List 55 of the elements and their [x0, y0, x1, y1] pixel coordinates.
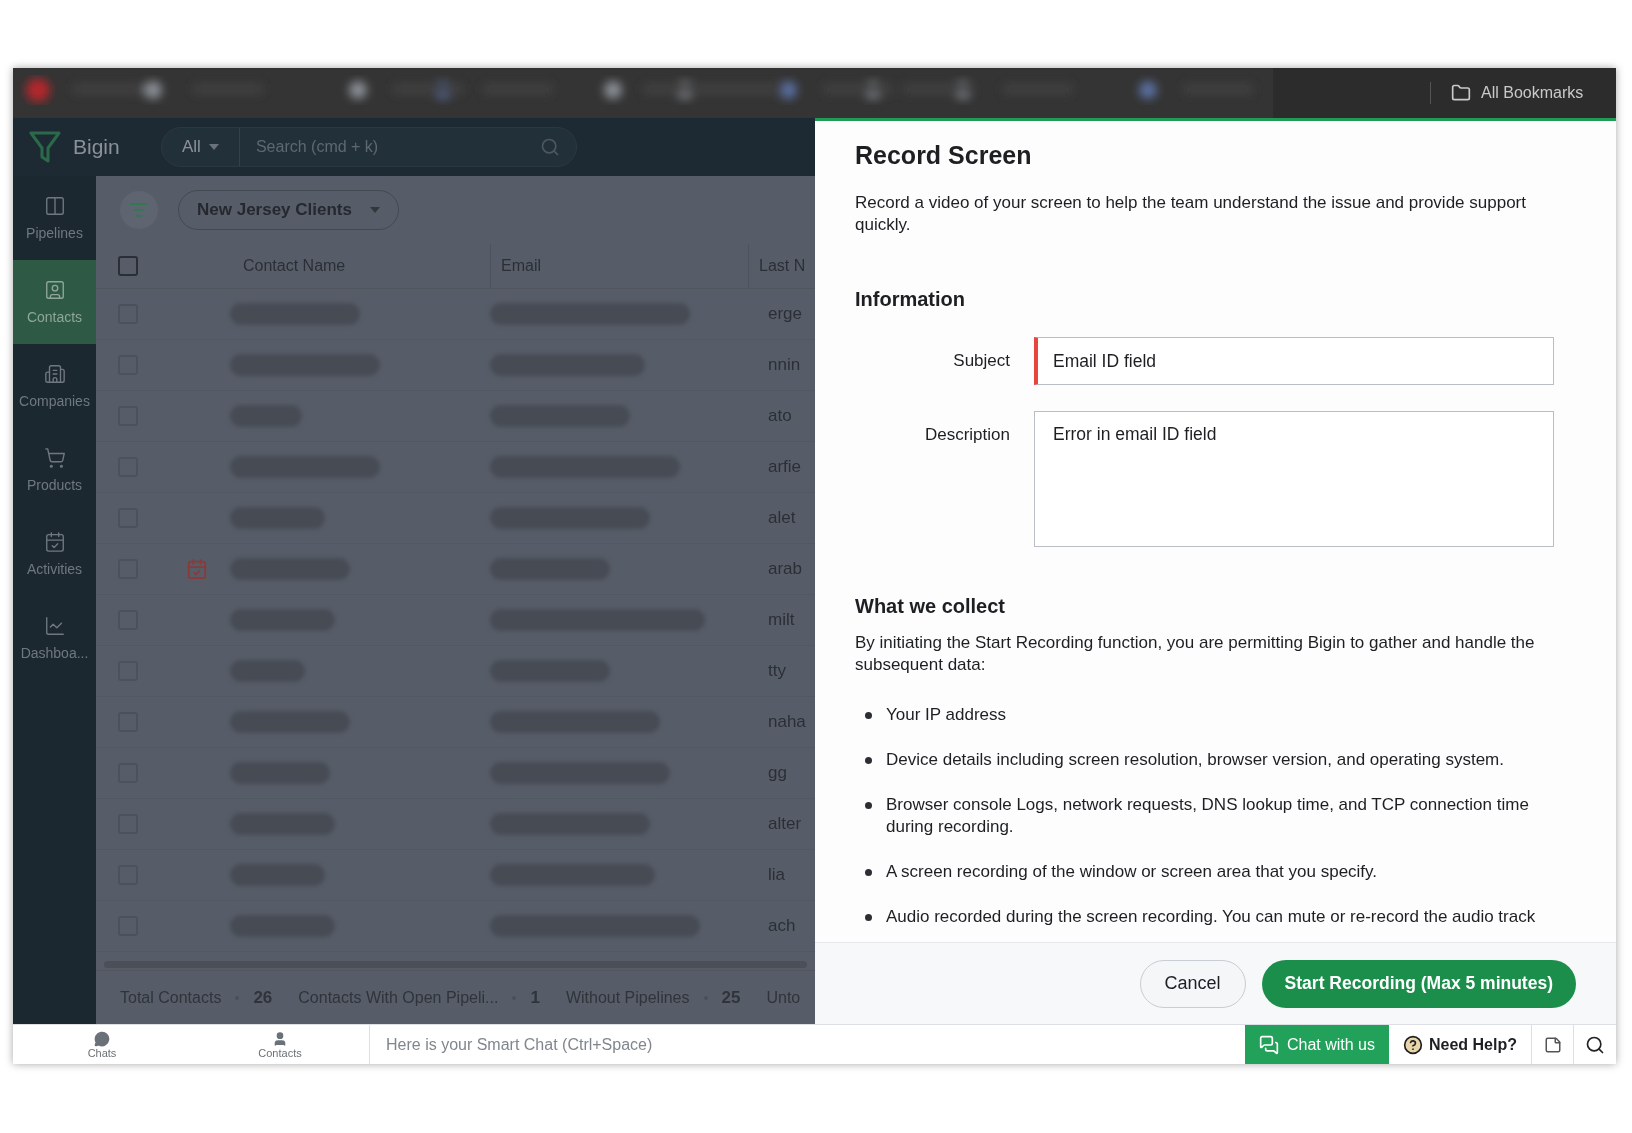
subject-field[interactable]: Email ID field [1034, 337, 1554, 385]
field-label: Subject [952, 350, 1011, 372]
description-field[interactable]: Error in email ID field [1034, 411, 1554, 547]
chart-icon [43, 615, 66, 637]
chat-bubble-icon [94, 1030, 110, 1047]
search-icon [1585, 1034, 1605, 1055]
search-icon [540, 137, 560, 157]
bullet-icon [865, 757, 872, 764]
section-heading: What we collect [855, 595, 1007, 618]
note-icon [1543, 1035, 1562, 1054]
bullet-icon [865, 712, 872, 719]
bullet-text: Audio recorded during the screen recording. You can mute or re-record the audio track [886, 906, 1536, 928]
contact-card-icon [43, 279, 66, 301]
collect-text: By initiating the Start Recording function, you are permitting Bigin to gather and handle the subsequent data: [855, 632, 1536, 676]
bullet-icon [865, 802, 872, 809]
calendar-check-icon [43, 531, 66, 553]
bookmarks-button[interactable]: All Bookmarks [1451, 83, 1584, 103]
sidebar-item[interactable]: Contacts [13, 260, 96, 344]
sidebar-item[interactable]: Companies [13, 344, 96, 428]
help-icon [1403, 1034, 1423, 1055]
bullet-text: Device details including screen resolution, browser version, and operating system. [886, 749, 1504, 771]
select-all-checkbox[interactable] [118, 256, 138, 276]
search-field[interactable]: Search (cmd + k) [239, 138, 540, 156]
sidebar-item[interactable]: Pipelines [13, 176, 96, 260]
person-icon [272, 1030, 288, 1047]
field-label: Description [923, 424, 1011, 446]
logo-icon [29, 130, 61, 164]
chat-bubbles-icon [1258, 1034, 1279, 1055]
pipelines-icon [43, 195, 66, 217]
filter-button[interactable] [120, 191, 158, 229]
intro-text: Record a video of your screen to help the team understand the issue and provide support quickly. [855, 192, 1527, 236]
caret-icon [369, 207, 380, 213]
sidebar-item[interactable]: Activities [13, 512, 96, 596]
building-icon [43, 363, 66, 385]
bullet-text: Browser console Logs, network requests, DNS lookup time, and TCP connection time during recording. [886, 794, 1530, 838]
bullet-text: Your IP address [886, 704, 1007, 726]
bullet-text: A screen recording of the window or screen area that you specify. [886, 861, 1378, 883]
chat-with-us-button[interactable]: Chat with us [1244, 1025, 1389, 1064]
start-recording-button[interactable]: Start Recording (Max 5 minutes) [1261, 959, 1576, 1008]
bullet-icon [865, 869, 872, 876]
bullet-icon [865, 914, 872, 921]
caret-icon [208, 144, 219, 150]
section-heading: Information [855, 288, 966, 311]
folder-icon [1451, 83, 1471, 103]
search-scope-dropdown[interactable]: All [162, 128, 240, 166]
cancel-button[interactable]: Cancel [1139, 959, 1246, 1008]
app-name: Bigin [73, 135, 121, 159]
sidebar-item[interactable]: Products [13, 428, 96, 512]
sidebar-item[interactable]: Dashboa... [13, 596, 96, 680]
bottom-tab[interactable]: Chats [13, 1025, 191, 1064]
cart-icon [43, 447, 66, 469]
filter-icon [129, 200, 149, 220]
panel-title: Record Screen [855, 141, 1033, 170]
smart-chat-field[interactable]: Here is your Smart Chat (Ctrl+Space) [384, 1034, 1245, 1055]
bottom-tab[interactable]: Contacts [191, 1025, 369, 1064]
